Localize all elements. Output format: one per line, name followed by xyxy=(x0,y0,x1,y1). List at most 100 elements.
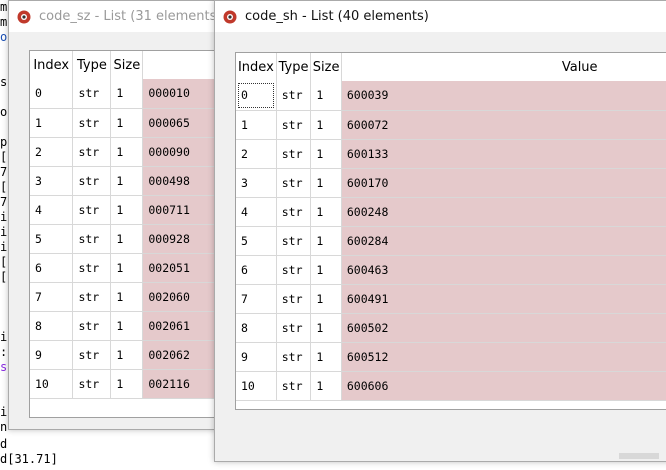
cell-type[interactable]: str xyxy=(72,282,112,312)
table-row[interactable]: 6 str 1 600463 xyxy=(236,255,666,285)
table-row[interactable]: 7 str 1 002060 xyxy=(30,282,226,312)
table-row[interactable]: 1 str 1 600072 xyxy=(236,110,666,140)
cell-type[interactable]: str xyxy=(72,311,112,341)
table-row[interactable]: 7 str 1 600491 xyxy=(236,284,666,314)
cell-index[interactable]: 3 xyxy=(236,168,277,198)
cell-value[interactable]: 600248 xyxy=(341,197,666,227)
table-row[interactable]: 5 str 1 000928 xyxy=(30,224,226,254)
table-row[interactable]: 0 str 1 000010 xyxy=(30,79,226,109)
cell-index[interactable]: 1 xyxy=(30,108,74,138)
cell-size[interactable]: 1 xyxy=(110,311,144,341)
cell-index[interactable]: 4 xyxy=(236,197,277,227)
cell-size[interactable]: 1 xyxy=(110,166,144,196)
cell-index[interactable]: 0 xyxy=(30,79,74,109)
cell-size[interactable]: 1 xyxy=(110,108,144,138)
list-table[interactable]: ^ Index Type Size 0 str 1 000010 1 str 1 000065 2… xyxy=(29,50,227,418)
column-header-size[interactable]: Size xyxy=(310,53,342,81)
cell-index[interactable]: 4 xyxy=(30,195,74,225)
cell-type[interactable]: str xyxy=(276,313,312,343)
cell-size[interactable]: 1 xyxy=(110,195,144,225)
cell-type[interactable]: str xyxy=(276,110,312,140)
code-sz-list-window[interactable]: code_sz - List (31 elements) ^ Index Type… xyxy=(8,0,227,430)
cell-index[interactable]: 9 xyxy=(30,340,74,370)
window-titlebar[interactable]: code_sh - List (40 elements) xyxy=(215,1,666,32)
cell-size[interactable]: 1 xyxy=(310,284,342,314)
cell-size[interactable]: 1 xyxy=(110,340,144,370)
column-header-type[interactable]: Type xyxy=(276,53,312,81)
cell-type[interactable]: str xyxy=(72,166,112,196)
column-header-index[interactable]: ^ Index xyxy=(236,53,277,81)
table-row[interactable]: 0 str 1 600039 xyxy=(236,81,666,111)
cell-value[interactable]: 600284 xyxy=(341,226,666,256)
table-row[interactable]: 10 str 1 600606 xyxy=(236,371,666,401)
table-row[interactable]: 9 str 1 002062 xyxy=(30,340,226,370)
cell-index[interactable]: 7 xyxy=(30,282,74,312)
cell-value[interactable]: 600512 xyxy=(341,342,666,372)
cell-index[interactable]: 6 xyxy=(30,253,74,283)
table-row[interactable]: 5 str 1 600284 xyxy=(236,226,666,256)
column-header-value[interactable]: Value xyxy=(341,53,666,81)
cell-size[interactable]: 1 xyxy=(310,110,342,140)
cell-type[interactable]: str xyxy=(276,371,312,401)
cell-value[interactable]: 600491 xyxy=(341,284,666,314)
cell-type[interactable]: str xyxy=(72,224,112,254)
cell-type[interactable]: str xyxy=(276,342,312,372)
cell-size[interactable]: 1 xyxy=(110,282,144,312)
cell-type[interactable]: str xyxy=(276,139,312,169)
cell-index[interactable]: 1 xyxy=(236,110,277,140)
cell-type[interactable]: str xyxy=(72,195,112,225)
cell-value[interactable]: 600502 xyxy=(341,313,666,343)
cell-index[interactable]: 8 xyxy=(236,313,277,343)
cell-size[interactable]: 1 xyxy=(310,313,342,343)
table-row[interactable]: 10 str 1 002116 xyxy=(30,369,226,399)
table-row[interactable]: 2 str 1 000090 xyxy=(30,137,226,167)
cell-size[interactable]: 1 xyxy=(310,226,342,256)
cell-type[interactable]: str xyxy=(276,81,312,111)
cell-index[interactable]: 5 xyxy=(236,226,277,256)
cell-type[interactable]: str xyxy=(276,255,312,285)
table-row[interactable]: 8 str 1 600502 xyxy=(236,313,666,343)
cell-size[interactable]: 1 xyxy=(110,137,144,167)
cell-value[interactable]: 600072 xyxy=(341,110,666,140)
resize-grip[interactable] xyxy=(619,453,659,459)
table-row[interactable]: 9 str 1 600512 xyxy=(236,342,666,372)
cell-index[interactable]: 2 xyxy=(236,139,277,169)
column-header-index[interactable]: ^ Index xyxy=(30,51,74,79)
cell-size[interactable]: 1 xyxy=(110,79,144,109)
cell-index[interactable]: 6 xyxy=(236,255,277,285)
cell-size[interactable]: 1 xyxy=(310,139,342,169)
cell-size[interactable]: 1 xyxy=(310,81,342,111)
cell-type[interactable]: str xyxy=(72,79,112,109)
table-row[interactable]: 4 str 1 600248 xyxy=(236,197,666,227)
cell-value[interactable]: 600463 xyxy=(341,255,666,285)
table-row[interactable]: 4 str 1 000711 xyxy=(30,195,226,225)
cell-size[interactable]: 1 xyxy=(110,369,144,399)
table-row[interactable]: 8 str 1 002061 xyxy=(30,311,226,341)
cell-type[interactable]: str xyxy=(72,108,112,138)
window-titlebar[interactable]: code_sz - List (31 elements) xyxy=(9,1,223,32)
cell-index[interactable]: 2 xyxy=(30,137,74,167)
cell-value[interactable]: 600606 xyxy=(341,371,666,401)
table-row[interactable]: 3 str 1 000498 xyxy=(30,166,226,196)
cell-value[interactable]: 600133 xyxy=(341,139,666,169)
cell-size[interactable]: 1 xyxy=(310,197,342,227)
table-row[interactable]: 2 str 1 600133 xyxy=(236,139,666,169)
table-row[interactable]: 1 str 1 000065 xyxy=(30,108,226,138)
cell-type[interactable]: str xyxy=(276,226,312,256)
cell-size[interactable]: 1 xyxy=(310,342,342,372)
cell-type[interactable]: str xyxy=(72,340,112,370)
cell-index[interactable]: 10 xyxy=(30,369,74,399)
cell-size[interactable]: 1 xyxy=(310,371,342,401)
cell-index[interactable]: 8 xyxy=(30,311,74,341)
table-row[interactable]: 3 str 1 600170 xyxy=(236,168,666,198)
cell-size[interactable]: 1 xyxy=(310,168,342,198)
cell-type[interactable]: str xyxy=(72,253,112,283)
list-table[interactable]: ^ Index Type Size Value 0 str 1 600039 1 str 1 6… xyxy=(235,52,666,410)
column-header-size[interactable]: Size xyxy=(110,51,144,79)
cell-type[interactable]: str xyxy=(276,284,312,314)
table-row[interactable]: 6 str 1 002051 xyxy=(30,253,226,283)
cell-index[interactable]: 0 xyxy=(236,81,277,111)
cell-index[interactable]: 10 xyxy=(236,371,277,401)
column-header-type[interactable]: Type xyxy=(72,51,112,79)
cell-index[interactable]: 9 xyxy=(236,342,277,372)
